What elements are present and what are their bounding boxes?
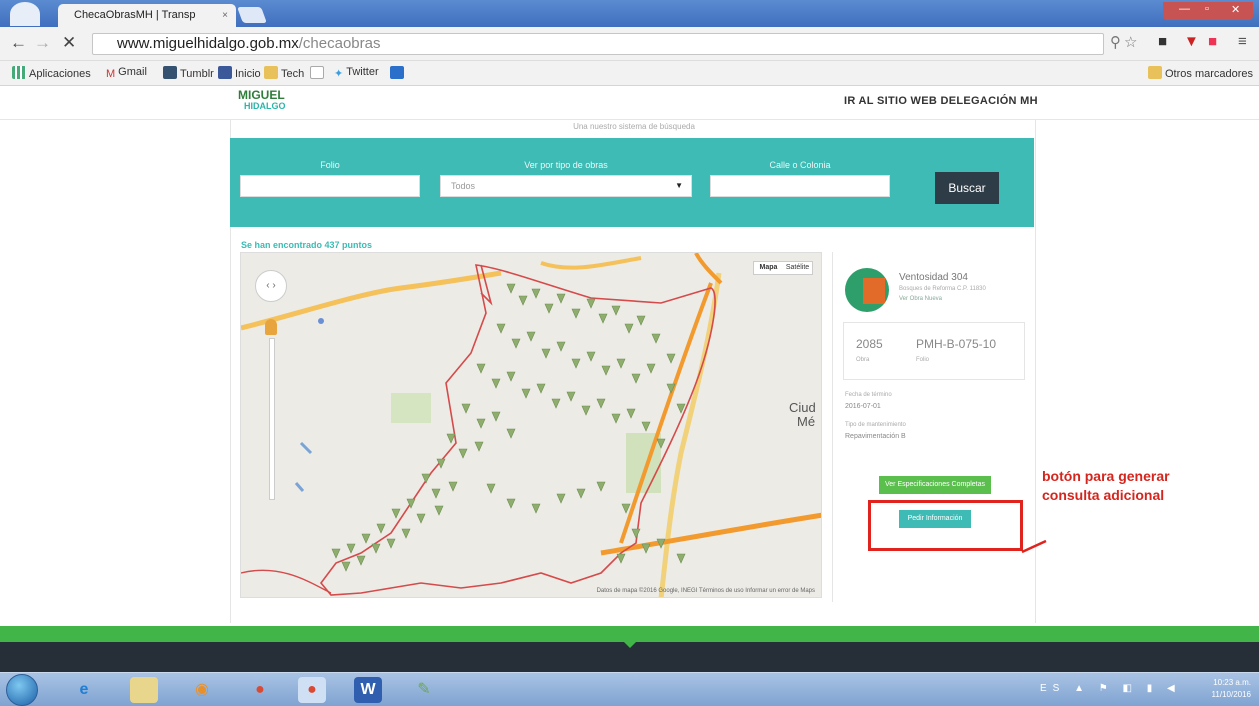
bookmark-inicio[interactable]: Inicio — [218, 66, 261, 80]
bookmark-apps[interactable]: Aplicaciones — [12, 66, 91, 80]
file-explorer-icon[interactable] — [130, 677, 158, 703]
window-controls[interactable]: — ▫ ✕ — [1163, 2, 1253, 20]
extension-icon[interactable]: ■ — [1208, 33, 1217, 50]
internet-explorer-icon[interactable]: e — [70, 677, 98, 703]
address-bar-row: ← → ✕ www.miguelhidalgo.gob.mx/checaobra… — [0, 27, 1259, 61]
tab-close-icon[interactable]: × — [222, 4, 228, 27]
obra-stats: 2085 Obra PMH-B-075-10 Folio — [843, 322, 1025, 380]
twitter-icon: ✦ — [334, 68, 344, 80]
menu-icon[interactable]: ≡ — [1238, 33, 1247, 50]
date-label: Fecha de término — [845, 392, 892, 398]
page-icon — [310, 66, 324, 79]
annotation-highlight-box — [868, 500, 1023, 551]
maximize-icon[interactable]: ▫ — [1205, 3, 1209, 15]
type-label: Tipo de mantenimiento — [845, 422, 906, 428]
obra-name: Ventosidad 304 — [899, 272, 968, 283]
bookmark-tumblr[interactable]: Tumblr — [163, 66, 214, 80]
dropdown-arrow-icon: ▼ — [675, 181, 683, 190]
media-player-icon[interactable]: ◉ — [188, 677, 216, 703]
bookmark-blue[interactable] — [390, 66, 407, 80]
map-type-toggle[interactable]: Mapa Satélite — [753, 261, 813, 275]
tumblr-icon — [163, 66, 177, 79]
tab-title: ChecaObrasMH | Transp — [74, 9, 196, 21]
bookmark-gmail[interactable]: M Gmail — [106, 66, 147, 81]
map-canvas — [241, 253, 821, 597]
back-arrow-icon[interactable]: ← — [10, 33, 27, 53]
folio-label: Folio — [320, 160, 340, 170]
stop-loading-icon[interactable]: ✕ — [62, 33, 76, 53]
obra-address: Bosques de Reforma C.P. 11830 — [899, 286, 986, 292]
tipo-select[interactable]: Todos ▼ — [440, 175, 692, 197]
start-button[interactable] — [6, 674, 38, 706]
word-icon[interactable]: W — [354, 677, 382, 703]
intro-text: Una nuestro sistema de búsqueda — [573, 122, 695, 131]
browser-tab-strip: ChecaObrasMH | Transp × — ▫ ✕ — [0, 0, 1259, 27]
forward-arrow-icon[interactable]: → — [34, 33, 51, 53]
bookmark-blank[interactable] — [310, 66, 327, 80]
map-type-mapa[interactable]: Mapa — [754, 262, 783, 274]
obra-tag[interactable]: Ver Obra Nueva — [899, 296, 942, 302]
chrome-profile-icon — [10, 2, 40, 26]
facebook-icon — [218, 66, 232, 79]
close-window-icon[interactable]: ✕ — [1231, 3, 1240, 16]
map-type-satelite[interactable]: Satélite — [783, 262, 812, 274]
type-value: Repavimentación B — [845, 433, 906, 440]
results-count: Se han encontrado 437 puntos — [241, 240, 373, 250]
gmail-icon: M — [106, 68, 116, 80]
url-input[interactable]: www.miguelhidalgo.gob.mx/checaobras — [92, 33, 1104, 55]
url-domain: www.miguelhidalgo.gob.mx — [117, 35, 299, 52]
date-value: 2016-07-01 — [845, 403, 881, 410]
apps-grid-icon — [12, 66, 26, 79]
chrome-icon[interactable]: ● — [246, 677, 274, 703]
bookmark-tech[interactable]: Tech — [264, 66, 304, 80]
obra-avatar — [845, 268, 889, 312]
street-view-pegman-icon[interactable] — [265, 319, 277, 335]
calle-label: Calle o Colonia — [769, 160, 831, 170]
ver-especificaciones-button[interactable]: Ver Especificaciones Completas — [879, 476, 991, 494]
pocket-extension-icon[interactable]: ▼ — [1184, 33, 1199, 50]
folio-input[interactable] — [240, 175, 420, 197]
bookmark-twitter[interactable]: ✦ Twitter — [334, 66, 379, 80]
chrome-active-icon[interactable]: ● — [298, 677, 326, 703]
annotation-pointer-line — [1021, 540, 1047, 554]
language-indicator[interactable]: ES — [1040, 683, 1065, 694]
map-attribution: Datos de mapa ©2016 Google, INEGI Términ… — [596, 588, 815, 594]
clock[interactable]: 10:23 a.m. 11/10/2016 — [1212, 677, 1251, 701]
browser-tab[interactable]: ChecaObrasMH | Transp × — [58, 4, 236, 27]
evernote-extension-icon[interactable]: ■ — [1158, 33, 1167, 50]
system-tray-icons[interactable]: ES ▲ ⚑ ◧ ▮ ◀ — [1040, 683, 1181, 694]
bookmarks-bar: Aplicaciones M Gmail Tumblr Inicio Tech ✦… — [0, 61, 1259, 86]
buscar-button[interactable]: Buscar — [935, 172, 999, 204]
site-logo[interactable]: MIGUEL HIDALGO — [238, 89, 296, 115]
new-tab-button[interactable] — [237, 7, 267, 23]
star-icon[interactable]: ☆ — [1124, 33, 1137, 51]
stat-obra-label: Obra — [856, 357, 870, 363]
calle-input[interactable] — [710, 175, 890, 197]
bookmark-other[interactable]: Otros marcadores — [1148, 66, 1253, 80]
windows-taskbar: e ◉ ● ● W ✎ ES ▲ ⚑ ◧ ▮ ◀ 10:23 a.m. 11/1… — [0, 672, 1259, 706]
search-icon[interactable]: ⚲ — [1110, 33, 1121, 51]
stat-obra-value: 2085 — [856, 337, 883, 351]
folder-icon — [264, 66, 278, 79]
folder-icon — [1148, 66, 1162, 79]
site-web-link[interactable]: IR AL SITIO WEB DELEGACIÓN MH — [844, 95, 1038, 107]
map-view[interactable]: ‹ › Mapa Satélite Ciud Mé Datos de mapa ©… — [240, 252, 822, 598]
stat-folio-value: PMH-B-075-10 — [916, 337, 997, 351]
bookmark-square-icon — [390, 66, 404, 79]
paint-icon[interactable]: ✎ — [410, 677, 438, 703]
tipo-label: Ver por tipo de obras — [524, 160, 608, 170]
map-pan-control[interactable]: ‹ › — [255, 270, 287, 302]
annotation-text: botón para generar consulta adicional — [1042, 468, 1170, 503]
footer-notch — [622, 640, 638, 648]
url-path: /checaobras — [298, 35, 381, 52]
search-panel: Folio Ver por tipo de obras Todos ▼ Call… — [230, 138, 1034, 227]
map-city-label: Ciud Mé — [789, 400, 816, 429]
site-header: MIGUEL HIDALGO IR AL SITIO WEB DELEGACIÓ… — [0, 86, 1259, 120]
minimize-icon[interactable]: — — [1179, 3, 1190, 15]
map-zoom-slider[interactable] — [269, 338, 275, 500]
stat-folio-label: Folio — [916, 357, 930, 363]
